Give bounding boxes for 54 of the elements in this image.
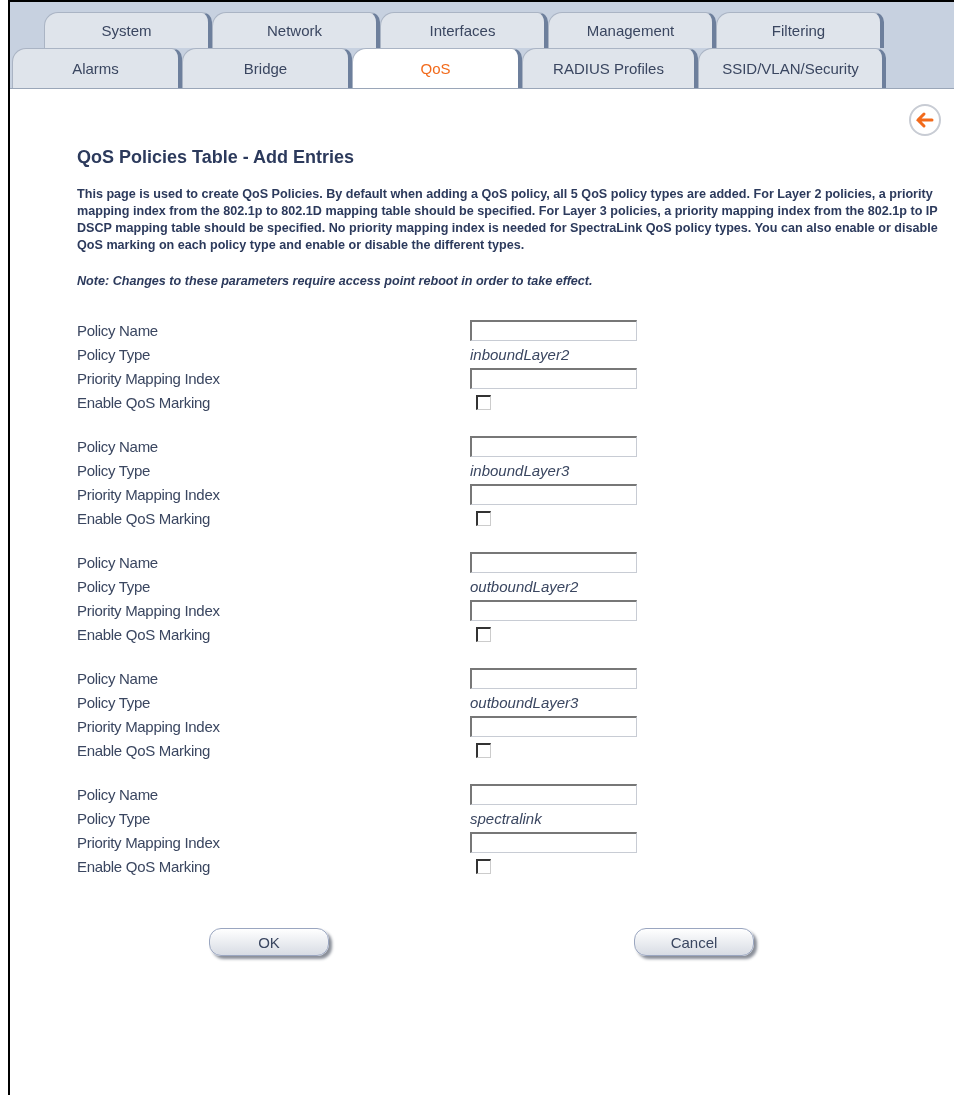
policy-type-value: inboundLayer2 bbox=[470, 345, 570, 363]
field-label: Priority Mapping Index bbox=[77, 717, 221, 735]
tab[interactable]: Network bbox=[212, 12, 380, 48]
priority-index-field[interactable] bbox=[470, 599, 637, 621]
field-label: Enable QoS Marking bbox=[77, 857, 211, 875]
field-label: Policy Name bbox=[77, 669, 159, 687]
note-text: Note: Changes to these parameters require access point reboot in order to take effect. bbox=[77, 274, 594, 288]
field-label: Policy Name bbox=[77, 553, 159, 571]
policy-name-field[interactable] bbox=[470, 783, 637, 805]
policy-type-value: outboundLayer3 bbox=[470, 693, 579, 711]
marking-checkbox[interactable] bbox=[476, 742, 491, 758]
priority-index-field[interactable] bbox=[470, 831, 637, 853]
field-label: Enable QoS Marking bbox=[77, 393, 211, 411]
tab[interactable]: Bridge bbox=[182, 48, 352, 88]
field-label: Policy Type bbox=[77, 577, 152, 595]
tab[interactable]: Filtering bbox=[716, 12, 884, 48]
field-label: Enable QoS Marking bbox=[77, 741, 211, 759]
marking-checkbox[interactable] bbox=[476, 510, 491, 526]
marking-checkbox[interactable] bbox=[476, 394, 491, 410]
priority-index-field[interactable] bbox=[470, 715, 637, 737]
priority-index-field[interactable] bbox=[470, 367, 637, 389]
tab[interactable]: Alarms bbox=[12, 48, 182, 88]
ok-button[interactable]: OK bbox=[209, 928, 329, 956]
tab[interactable]: RADIUS Profiles bbox=[522, 48, 698, 88]
field-label: Enable QoS Marking bbox=[77, 509, 211, 527]
field-label: Enable QoS Marking bbox=[77, 625, 211, 643]
field-label: Policy Name bbox=[77, 437, 159, 455]
field-label: Policy Type bbox=[77, 809, 152, 827]
field-label: Priority Mapping Index bbox=[77, 485, 221, 503]
marking-checkbox[interactable] bbox=[476, 858, 491, 874]
policy-name-field[interactable] bbox=[470, 551, 637, 573]
marking-checkbox[interactable] bbox=[476, 626, 491, 642]
policy-type-value: inboundLayer3 bbox=[470, 461, 570, 479]
cancel-button[interactable]: Cancel bbox=[634, 928, 754, 956]
policy-name-field[interactable] bbox=[470, 319, 637, 341]
priority-index-field[interactable] bbox=[470, 483, 637, 505]
field-label: Policy Type bbox=[77, 345, 152, 363]
policy-name-field[interactable] bbox=[470, 435, 637, 457]
field-label: Priority Mapping Index bbox=[77, 601, 221, 619]
field-label: Policy Name bbox=[77, 785, 159, 803]
page-title: QoS Policies Table - Add Entries bbox=[77, 147, 356, 168]
policy-type-value: spectralink bbox=[470, 809, 542, 827]
field-label: Policy Type bbox=[77, 461, 152, 479]
field-label: Policy Name bbox=[77, 321, 159, 339]
field-label: Policy Type bbox=[77, 693, 152, 711]
field-label: Priority Mapping Index bbox=[77, 833, 221, 851]
description-text: This page is used to create QoS Policies. By default when adding a QoS policy, all 5 QoS policy types are added. For Layer 2 policies, a priority mapping index from the 802.1p to 802.1D mapping table should be specified. For Layer 3 policies, a priority mapping index from the 802.1p to IP DSCP mapping table should be specified. No priority mapping index is needed for SpectraLink QoS policy types. You can also enable or disable QoS marking on each policy type and enable or disable the different types. bbox=[77, 186, 939, 254]
tab[interactable]: Management bbox=[548, 12, 716, 48]
policy-type-value: outboundLayer2 bbox=[470, 577, 579, 595]
policy-name-field[interactable] bbox=[470, 667, 637, 689]
tab[interactable]: Interfaces bbox=[380, 12, 548, 48]
field-label: Priority Mapping Index bbox=[77, 369, 221, 387]
tab[interactable]: System bbox=[44, 12, 212, 48]
tab[interactable]: SSID/VLAN/Security bbox=[698, 48, 886, 88]
